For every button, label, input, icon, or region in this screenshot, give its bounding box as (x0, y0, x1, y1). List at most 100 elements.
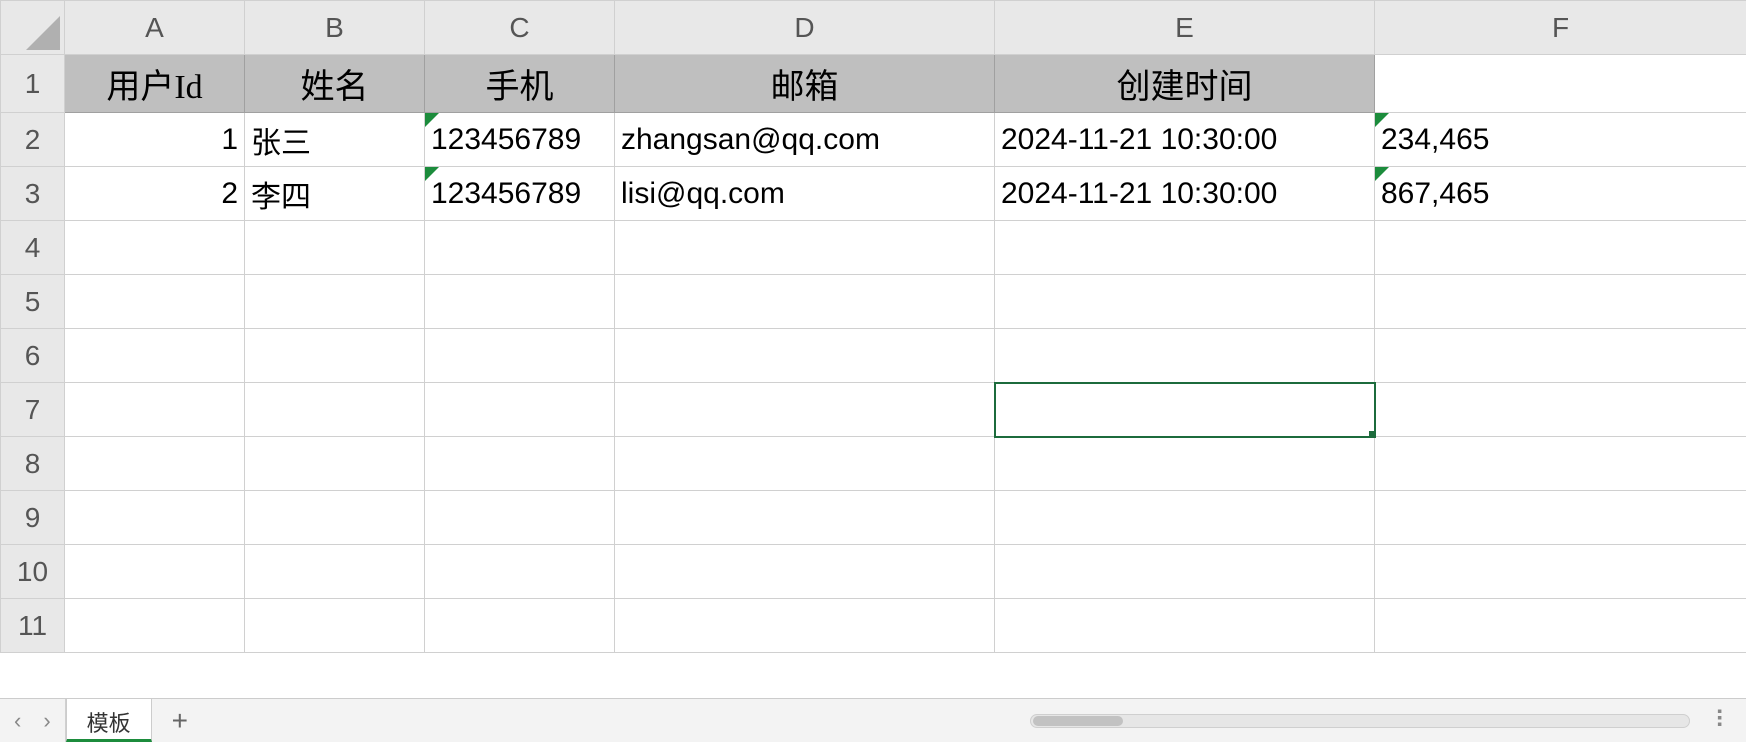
cell[interactable]: 123456789 (425, 167, 615, 221)
cell[interactable] (995, 545, 1375, 599)
cell[interactable] (615, 545, 995, 599)
cell[interactable] (425, 599, 615, 653)
cell[interactable]: 李四 (245, 167, 425, 221)
cell[interactable]: 1 (65, 113, 245, 167)
select-all-corner[interactable] (1, 1, 65, 55)
cell[interactable]: lisi@qq.com (615, 167, 995, 221)
table-row: 9 (1, 491, 1746, 545)
cell[interactable]: 123456789 (425, 113, 615, 167)
cell[interactable] (425, 437, 615, 491)
header-cell-phone[interactable]: 手机 (425, 55, 615, 113)
prev-sheet-icon[interactable]: ‹ (14, 708, 21, 734)
cell[interactable] (245, 275, 425, 329)
row-header-2[interactable]: 2 (1, 113, 65, 167)
cell[interactable]: 2 (65, 167, 245, 221)
header-cell-email[interactable]: 邮箱 (615, 55, 995, 113)
next-sheet-icon[interactable]: › (43, 708, 50, 734)
row-header-11[interactable]: 11 (1, 599, 65, 653)
cell[interactable] (245, 545, 425, 599)
cell[interactable] (1375, 329, 1746, 383)
table-row: 2 1 张三 123456789 zhangsan@qq.com 2024-11… (1, 113, 1746, 167)
active-cell[interactable] (995, 383, 1375, 437)
row-header-8[interactable]: 8 (1, 437, 65, 491)
sheet-tab-active[interactable]: 模板 (66, 699, 152, 742)
cell[interactable] (615, 383, 995, 437)
cell[interactable] (245, 599, 425, 653)
cell[interactable] (425, 221, 615, 275)
cell[interactable]: 2024-11-21 10:30:00 (995, 167, 1375, 221)
cell[interactable] (995, 599, 1375, 653)
col-header-F[interactable]: F (1375, 1, 1746, 55)
row-header-9[interactable]: 9 (1, 491, 65, 545)
row-header-10[interactable]: 10 (1, 545, 65, 599)
cell[interactable]: 234,465 (1375, 113, 1746, 167)
cell[interactable] (995, 221, 1375, 275)
cell[interactable] (425, 491, 615, 545)
row-header-7[interactable]: 7 (1, 383, 65, 437)
header-cell-userid[interactable]: 用户Id (65, 55, 245, 113)
scrollbar-thumb[interactable] (1033, 716, 1123, 726)
table-row: 10 (1, 545, 1746, 599)
cell[interactable] (65, 221, 245, 275)
cell[interactable] (425, 383, 615, 437)
table-row: 4 (1, 221, 1746, 275)
cell[interactable] (425, 275, 615, 329)
cell[interactable] (1375, 545, 1746, 599)
spreadsheet-grid[interactable]: A B C D E F 1 用户Id 姓名 手机 邮箱 创建时间 2 1 张三 … (0, 0, 1746, 698)
cell[interactable] (65, 383, 245, 437)
cell[interactable] (425, 329, 615, 383)
cell[interactable] (245, 221, 425, 275)
cell[interactable] (615, 491, 995, 545)
sheet-nav-arrows: ‹ › (0, 699, 66, 742)
cell[interactable] (615, 329, 995, 383)
cell[interactable] (65, 545, 245, 599)
cell[interactable] (995, 275, 1375, 329)
cell[interactable]: 2024-11-21 10:30:00 (995, 113, 1375, 167)
cell[interactable] (615, 221, 995, 275)
row-header-6[interactable]: 6 (1, 329, 65, 383)
cell[interactable] (995, 491, 1375, 545)
cell[interactable] (245, 383, 425, 437)
table-row: 1 用户Id 姓名 手机 邮箱 创建时间 (1, 55, 1746, 113)
cell[interactable]: zhangsan@qq.com (615, 113, 995, 167)
cell[interactable] (65, 275, 245, 329)
add-sheet-button[interactable]: + (152, 699, 208, 742)
sheet-tab-bar: ‹ › 模板 + ⠇ (0, 698, 1746, 742)
cell[interactable] (1375, 491, 1746, 545)
cell[interactable] (245, 437, 425, 491)
cell[interactable] (65, 329, 245, 383)
cell[interactable]: 867,465 (1375, 167, 1746, 221)
cell[interactable] (995, 437, 1375, 491)
col-header-B[interactable]: B (245, 1, 425, 55)
row-header-4[interactable]: 4 (1, 221, 65, 275)
col-header-D[interactable]: D (615, 1, 995, 55)
cell[interactable] (245, 329, 425, 383)
cell[interactable] (1375, 221, 1746, 275)
header-cell-created[interactable]: 创建时间 (995, 55, 1375, 113)
col-header-C[interactable]: C (425, 1, 615, 55)
cell[interactable] (65, 491, 245, 545)
more-icon[interactable]: ⠇ (1700, 699, 1746, 742)
cell[interactable] (65, 437, 245, 491)
cell[interactable] (615, 275, 995, 329)
row-header-1[interactable]: 1 (1, 55, 65, 113)
row-header-3[interactable]: 3 (1, 167, 65, 221)
cell[interactable] (1375, 275, 1746, 329)
cell[interactable] (1375, 437, 1746, 491)
cell[interactable] (615, 599, 995, 653)
cell[interactable] (615, 437, 995, 491)
col-header-E[interactable]: E (995, 1, 1375, 55)
row-header-5[interactable]: 5 (1, 275, 65, 329)
table-row: 8 (1, 437, 1746, 491)
cell[interactable] (425, 545, 615, 599)
header-cell-name[interactable]: 姓名 (245, 55, 425, 113)
cell[interactable] (245, 491, 425, 545)
cell[interactable] (995, 329, 1375, 383)
cell[interactable] (65, 599, 245, 653)
cell[interactable] (1375, 383, 1746, 437)
cell[interactable] (1375, 599, 1746, 653)
col-header-A[interactable]: A (65, 1, 245, 55)
cell[interactable] (1375, 55, 1746, 113)
horizontal-scrollbar[interactable] (1020, 699, 1700, 742)
cell[interactable]: 张三 (245, 113, 425, 167)
